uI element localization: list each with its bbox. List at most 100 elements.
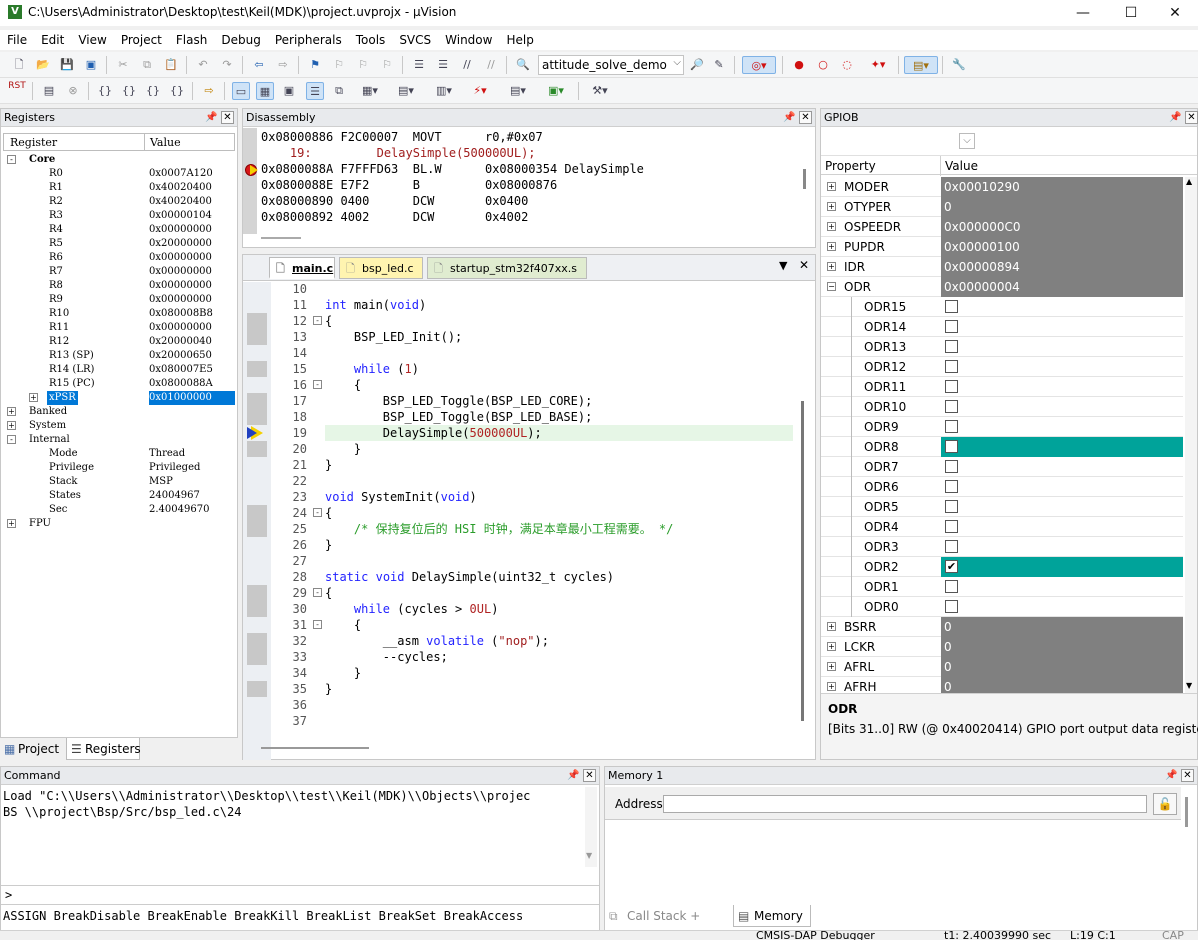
register-row[interactable]: + FPU	[1, 517, 237, 531]
register-value[interactable]: MSP	[149, 475, 173, 489]
bookmark-prev-icon[interactable]: ⚐	[330, 56, 348, 74]
tab-memory-1[interactable]: ▤ Memory 1	[733, 905, 811, 940]
code-line[interactable]: 29-{	[243, 585, 799, 601]
tree-expand-icon[interactable]: +	[827, 622, 836, 631]
menu-view[interactable]: View	[71, 30, 113, 50]
redo-icon[interactable]: ↷	[218, 56, 236, 74]
bit-checkbox[interactable]	[945, 360, 958, 373]
lock-icon[interactable]: 🔓	[1153, 793, 1177, 815]
bit-checkbox[interactable]	[945, 400, 958, 413]
register-value[interactable]: Thread	[149, 447, 185, 461]
register-row[interactable]: R14 (LR) 0x080007E5	[1, 363, 237, 377]
command-scrollbar[interactable]: ▼	[585, 787, 597, 867]
bit-checkbox[interactable]	[945, 340, 958, 353]
kill-all-breakpoints-icon[interactable]: ✦▾	[862, 56, 894, 74]
fold-collapse-icon[interactable]: -	[313, 508, 322, 517]
disassembly-line[interactable]: 0x08000890 0400 DCW 0x0400	[261, 193, 528, 209]
gpiob-scrollbar[interactable]: ▲ ▼	[1185, 177, 1197, 693]
memory-content[interactable]	[605, 819, 1181, 903]
register-value[interactable]: 0x00000000	[149, 265, 212, 279]
register-row[interactable]: R8 0x00000000	[1, 279, 237, 293]
comment-icon[interactable]: //	[458, 56, 476, 74]
register-value[interactable]: 0	[941, 617, 1183, 637]
register-bit-row[interactable]: ODR0	[821, 597, 1183, 617]
debug-session-icon[interactable]: ◎▾	[742, 56, 776, 74]
register-row[interactable]: + xPSR 0x01000000	[1, 391, 237, 405]
fold-collapse-icon[interactable]: -	[313, 588, 322, 597]
tab-registers[interactable]: ☰ Registers	[66, 738, 141, 760]
fold-collapse-icon[interactable]: -	[313, 380, 322, 389]
stop-icon[interactable]: ⊗	[64, 82, 82, 100]
register-value[interactable]: 0x00000000	[149, 279, 212, 293]
register-bit-row[interactable]: ODR9	[821, 417, 1183, 437]
register-row[interactable]: R6 0x00000000	[1, 251, 237, 265]
register-bit-row[interactable]: ODR13	[821, 337, 1183, 357]
register-bit-row[interactable]: ODR3	[821, 537, 1183, 557]
new-file-icon[interactable]: 🗋	[10, 56, 28, 74]
register-row[interactable]: + AFRH 0	[821, 677, 1183, 693]
register-value[interactable]: 0x00000000	[149, 223, 212, 237]
register-value[interactable]: 0x00000000	[149, 321, 212, 335]
code-line[interactable]: 15 while (1)	[243, 361, 799, 377]
code-line[interactable]: 16- {	[243, 377, 799, 393]
register-value[interactable]: 0	[941, 677, 1183, 693]
register-value[interactable]: 0x20000650	[149, 349, 212, 363]
register-row[interactable]: − ODR 0x00000004	[821, 277, 1183, 297]
navigate-forward-icon[interactable]: ⇨	[274, 56, 292, 74]
code-line[interactable]: 11 int main(void)	[243, 297, 799, 313]
wrench-icon[interactable]: 🔧	[950, 56, 968, 74]
pin-icon[interactable]: 📌	[783, 109, 795, 127]
menu-edit[interactable]: Edit	[34, 30, 71, 50]
register-row[interactable]: R0 0x0007A120	[1, 167, 237, 181]
register-value[interactable]: 0x00010290	[941, 177, 1183, 197]
run-icon[interactable]: ▤	[40, 82, 58, 100]
target-select[interactable]: attitude_solve_demo ⌵	[538, 55, 684, 75]
fold-collapse-icon[interactable]: -	[313, 316, 322, 325]
run-to-cursor-icon[interactable]: {}	[168, 82, 186, 100]
close-icon[interactable]: ✕	[1185, 111, 1198, 124]
code-line[interactable]: 34 }	[243, 665, 799, 681]
register-row[interactable]: - Internal	[1, 433, 237, 447]
register-row[interactable]: Sec 2.40049670	[1, 503, 237, 517]
register-bit-row[interactable]: ODR15	[821, 297, 1183, 317]
col-property[interactable]: Property	[825, 156, 876, 176]
register-row[interactable]: + OSPEEDR 0x000000C0	[821, 217, 1183, 237]
bit-checkbox[interactable]	[945, 320, 958, 333]
register-bit-row[interactable]: ODR5	[821, 497, 1183, 517]
register-row[interactable]: + PUPDR 0x00000100	[821, 237, 1183, 257]
code-line[interactable]: 28 static void DelaySimple(uint32_t cycle…	[243, 569, 799, 585]
disassembly-scrollbar[interactable]	[803, 169, 806, 189]
register-value[interactable]: Privileged	[149, 461, 200, 475]
bookmark-clear-icon[interactable]: ⚐	[378, 56, 396, 74]
register-bit-row[interactable]: ODR6	[821, 477, 1183, 497]
register-value[interactable]: 0x40020400	[149, 195, 212, 209]
code-line[interactable]: 27	[243, 553, 799, 569]
register-value[interactable]: 0x080008B8	[149, 307, 213, 321]
register-value[interactable]: 0	[941, 657, 1183, 677]
register-row[interactable]: R10 0x080008B8	[1, 307, 237, 321]
code-line[interactable]: 35}	[243, 681, 799, 697]
show-next-statement-icon[interactable]: ⇨	[200, 82, 218, 100]
watch-windows-icon[interactable]: ▦▾	[354, 82, 386, 100]
code-line[interactable]: 10	[243, 281, 799, 297]
register-bit-row[interactable]: ODR2 ✔	[821, 557, 1183, 577]
disassembly-line[interactable]: 0x0800088A F7FFFD63 BL.W 0x08000354 Dela…	[261, 161, 644, 177]
close-icon[interactable]: ✕	[1181, 769, 1194, 782]
close-icon[interactable]: ✕	[221, 111, 234, 124]
code-line[interactable]: 36	[243, 697, 799, 713]
register-row[interactable]: States 24004967	[1, 489, 237, 503]
tab-call-stack-locals[interactable]: ⧉ Call Stack + Locals	[605, 905, 731, 940]
code-line[interactable]: 21}	[243, 457, 799, 473]
register-row[interactable]: R3 0x00000104	[1, 209, 237, 223]
register-row[interactable]: + IDR 0x00000894	[821, 257, 1183, 277]
tab-project[interactable]: ▦ Project	[0, 738, 64, 760]
bit-checkbox[interactable]	[945, 300, 958, 313]
indent-icon[interactable]: ☰	[410, 56, 428, 74]
tree-expand-icon[interactable]: +	[827, 642, 836, 651]
peripheral-select-dropdown[interactable]: ⌵	[959, 133, 975, 149]
save-icon[interactable]: 💾	[58, 56, 76, 74]
register-value[interactable]: 0x20000000	[149, 237, 212, 251]
menu-flash[interactable]: Flash	[169, 30, 214, 50]
close-icon[interactable]: ✕	[583, 769, 596, 782]
register-row[interactable]: + BSRR 0	[821, 617, 1183, 637]
